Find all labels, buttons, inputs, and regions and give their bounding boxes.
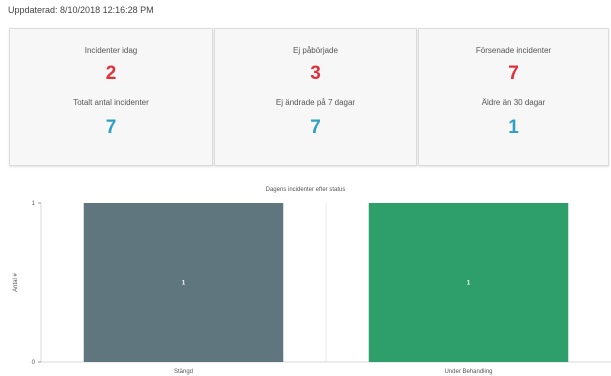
y-tick-label: 0 [32,360,36,366]
x-tick-label: Stängd [174,369,193,375]
y-tick-label: 1 [32,201,36,207]
x-tick-label: Under Behandling [444,369,492,375]
y-axis-label: Antal # [13,273,19,292]
incidents-by-status-chart: 01Antal #1Stängd1Under Behandling [13,201,611,375]
